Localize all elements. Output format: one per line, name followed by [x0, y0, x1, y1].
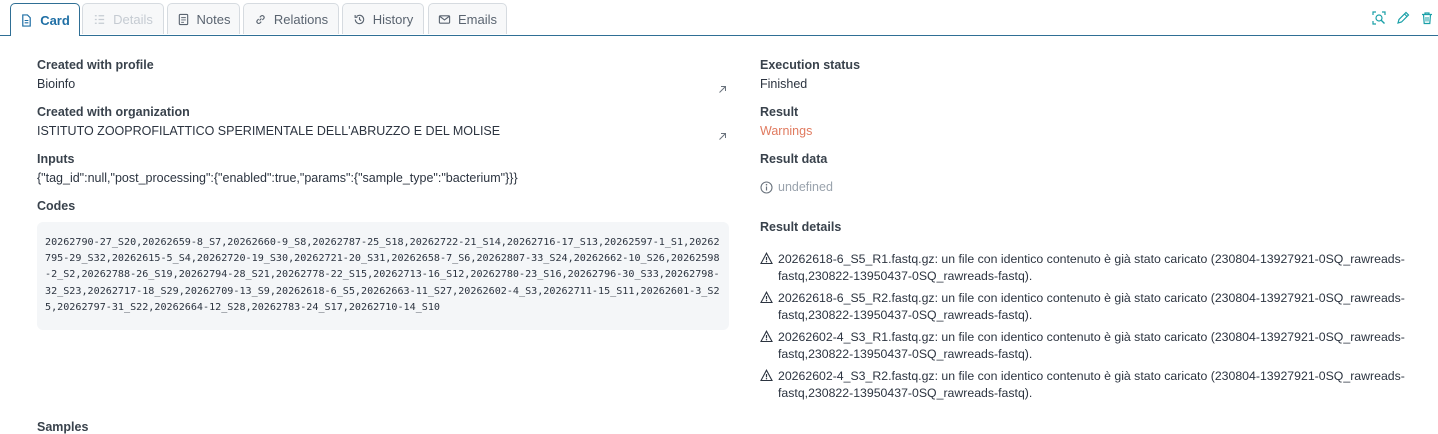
edit-icon[interactable] — [1396, 11, 1410, 25]
warning-icon — [760, 369, 773, 382]
result-value: Warnings — [760, 124, 813, 138]
samples-label: Samples — [37, 420, 89, 434]
result-detail-item: 20262602-4_S3_R1.fastq.gz: un file con i… — [760, 329, 1420, 362]
codes-value: 20262790-27_S20,20262659-8_S7,20262660-9… — [45, 237, 720, 313]
result-detail-item: 20262618-6_S5_R1.fastq.gz: un file con i… — [760, 251, 1420, 284]
tab-bar: Card Details Notes Relations History Ema… — [0, 0, 1438, 36]
result-detail-text: 20262602-4_S3_R1.fastq.gz: un file con i… — [778, 330, 1405, 361]
result-detail-text: 20262618-6_S5_R1.fastq.gz: un file con i… — [778, 252, 1405, 283]
codes-box: 20262790-27_S20,20262659-8_S7,20262660-9… — [37, 222, 729, 330]
tab-details: Details — [82, 3, 164, 34]
tab-card[interactable]: Card — [10, 3, 80, 36]
tab-details-label: Details — [113, 11, 153, 27]
result-data-label: Result data — [760, 152, 828, 166]
execution-status-value: Finished — [760, 77, 808, 91]
profile-label: Created with profile — [37, 58, 154, 72]
result-detail-text: 20262602-4_S3_R2.fastq.gz: un file con i… — [778, 369, 1405, 400]
inputs-label: Inputs — [37, 152, 75, 166]
warning-icon — [760, 252, 773, 265]
tab-history-label: History — [372, 11, 414, 27]
execution-status-label: Execution status — [760, 58, 861, 72]
result-label: Result — [760, 105, 799, 119]
inputs-value: {"tag_id":null,"post_processing":{"enabl… — [37, 171, 518, 185]
open-link-icon[interactable] — [718, 132, 727, 141]
tab-emails-label: Emails — [457, 11, 497, 27]
mail-icon — [438, 14, 451, 24]
tab-emails[interactable]: Emails — [428, 3, 507, 34]
organization-value: ISTITUTO ZOOPROFILATTICO SPERIMENTALE DE… — [37, 124, 501, 138]
delete-icon[interactable] — [1420, 11, 1434, 25]
history-icon — [354, 14, 364, 24]
tab-history[interactable]: History — [342, 3, 424, 34]
result-data-text: undefined — [778, 180, 833, 194]
tab-notes[interactable]: Notes — [167, 3, 240, 34]
result-data-value: undefined — [760, 180, 833, 194]
open-link-icon[interactable] — [718, 85, 727, 94]
link-icon — [256, 14, 265, 24]
result-detail-text: 20262618-6_S5_R2.fastq.gz: un file con i… — [778, 291, 1405, 322]
tab-card-label: Card — [40, 12, 70, 28]
profile-value: Bioinfo — [37, 77, 76, 91]
codes-label: Codes — [37, 199, 76, 213]
result-detail-item: 20262618-6_S5_R2.fastq.gz: un file con i… — [760, 290, 1420, 323]
note-icon — [178, 13, 188, 25]
toolbar — [1372, 11, 1434, 25]
search-zoom-icon[interactable] — [1372, 11, 1386, 25]
result-detail-item: 20262602-4_S3_R2.fastq.gz: un file con i… — [760, 368, 1420, 401]
document-icon — [22, 13, 32, 27]
tab-notes-label: Notes — [196, 11, 231, 27]
info-icon — [760, 180, 773, 194]
result-details-label: Result details — [760, 220, 842, 234]
tab-relations-label: Relations — [273, 11, 329, 27]
warning-icon — [760, 330, 773, 343]
warning-icon — [760, 291, 773, 304]
organization-label: Created with organization — [37, 105, 190, 119]
tab-relations[interactable]: Relations — [243, 3, 339, 34]
list-icon — [94, 14, 105, 24]
